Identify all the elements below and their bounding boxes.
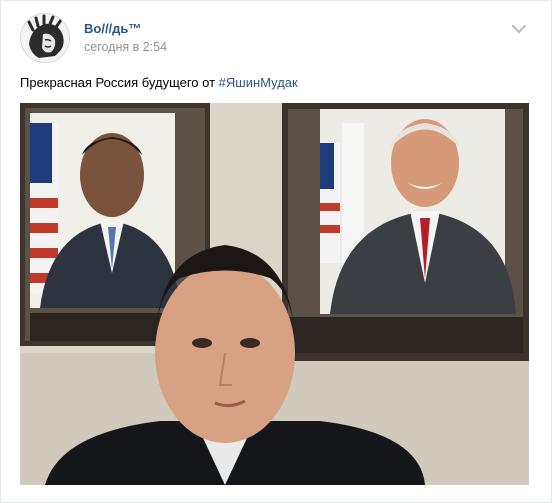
author-avatar[interactable]	[20, 13, 70, 63]
post-photo[interactable]	[20, 103, 529, 485]
author-name[interactable]: Во///дь™	[84, 21, 141, 36]
hashtag-link[interactable]: #ЯшинМудак	[219, 75, 298, 90]
post-text: Прекрасная Россия будущего от #ЯшинМудак	[20, 75, 298, 90]
chevron-down-icon	[511, 24, 527, 34]
post-menu-button[interactable]	[509, 21, 529, 37]
wall-post: Во///дь™ сегодня в 2:54 Прекрасная Росси…	[0, 0, 552, 503]
post-time[interactable]: сегодня в 2:54	[84, 40, 167, 54]
avatar-icon	[21, 14, 69, 62]
photo-image	[20, 103, 529, 485]
post-text-body: Прекрасная Россия будущего от	[20, 75, 219, 90]
